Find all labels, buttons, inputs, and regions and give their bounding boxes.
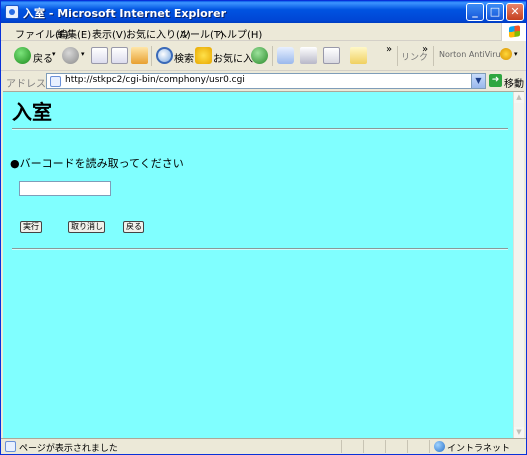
back-button-label[interactable]: 戻る bbox=[33, 50, 53, 65]
history-icon[interactable] bbox=[251, 47, 268, 64]
back-button[interactable]: 戻る bbox=[123, 221, 144, 233]
browser-window: 入室 - Microsoft Internet Explorer _ □ ✕ フ… bbox=[0, 0, 527, 455]
toolbar-separator bbox=[433, 46, 434, 66]
edit-icon[interactable] bbox=[323, 47, 340, 64]
page-title: 入室 bbox=[12, 100, 52, 124]
vertical-scrollbar[interactable]: ▲ ▼ bbox=[513, 92, 524, 438]
messenger-icon[interactable] bbox=[350, 47, 367, 64]
intranet-zone-icon bbox=[434, 441, 445, 452]
home-icon[interactable] bbox=[131, 47, 148, 64]
toolbar-separator bbox=[397, 46, 398, 66]
barcode-prompt: ●バーコードを読み取ってください bbox=[10, 157, 184, 170]
windows-logo-icon bbox=[501, 23, 526, 41]
page-icon bbox=[50, 76, 61, 87]
menu-help[interactable]: ヘルプ(H) bbox=[217, 26, 262, 41]
norton-icon[interactable] bbox=[500, 48, 512, 60]
window-title: 入室 - Microsoft Internet Explorer bbox=[23, 7, 226, 20]
status-text: ページが表示されました bbox=[19, 444, 118, 454]
mail-icon[interactable] bbox=[277, 47, 294, 64]
scroll-down-icon[interactable]: ▼ bbox=[514, 427, 524, 438]
status-separator bbox=[363, 440, 364, 453]
security-zone-label: イントラネット bbox=[447, 444, 511, 454]
norton-dropdown-icon[interactable]: ▾ bbox=[514, 50, 518, 58]
page-loaded-icon bbox=[5, 441, 16, 452]
status-separator bbox=[407, 440, 408, 453]
status-separator bbox=[429, 440, 430, 453]
norton-label[interactable]: Norton AntiVirus bbox=[439, 50, 505, 59]
close-button[interactable]: ✕ bbox=[506, 3, 524, 21]
favorites-icon[interactable] bbox=[195, 47, 212, 64]
maximize-button[interactable]: □ bbox=[486, 3, 504, 21]
go-button-label[interactable]: 移動 bbox=[504, 75, 524, 90]
status-separator bbox=[341, 440, 342, 453]
menu-view[interactable]: 表示(V) bbox=[92, 26, 127, 41]
back-icon[interactable] bbox=[14, 47, 31, 64]
divider-bottom bbox=[12, 248, 508, 250]
toolbar-separator bbox=[272, 46, 273, 66]
menu-edit[interactable]: 編集(E) bbox=[57, 26, 91, 41]
run-button[interactable]: 実行 bbox=[20, 221, 42, 233]
refresh-icon[interactable] bbox=[111, 47, 128, 64]
scroll-up-icon[interactable]: ▲ bbox=[514, 92, 524, 103]
divider-top bbox=[12, 128, 508, 130]
toolbar-more-icon[interactable]: » bbox=[386, 44, 392, 55]
toolbar-separator bbox=[151, 46, 152, 66]
status-bar: ページが表示されました イントラネット bbox=[1, 438, 526, 454]
address-field[interactable]: http://stkpc2/cgi-bin/comphony/usr0.cgi … bbox=[46, 73, 486, 89]
search-icon[interactable] bbox=[156, 47, 173, 64]
stop-icon[interactable] bbox=[91, 47, 108, 64]
address-url[interactable]: http://stkpc2/cgi-bin/comphony/usr0.cgi bbox=[65, 75, 245, 85]
menu-bar: ファイル(F) 編集(E) 表示(V) お気に入り(A) ツール(T) ヘルプ(… bbox=[1, 23, 526, 41]
status-separator bbox=[385, 440, 386, 453]
minimize-button[interactable]: _ bbox=[466, 3, 484, 21]
ie-logo-icon bbox=[5, 5, 19, 19]
links-more-icon[interactable]: » bbox=[422, 44, 428, 55]
toolbar: 戻る ▾ ▾ 検索 お気に入り » リンク » Norton AntiVirus… bbox=[1, 41, 526, 71]
forward-icon[interactable] bbox=[62, 47, 79, 64]
title-bar[interactable]: 入室 - Microsoft Internet Explorer _ □ ✕ bbox=[1, 1, 526, 23]
barcode-input[interactable] bbox=[19, 181, 111, 196]
search-button-label[interactable]: 検索 bbox=[174, 50, 194, 65]
address-dropdown-icon[interactable]: ▼ bbox=[471, 74, 485, 88]
page-viewport: 入室 ●バーコードを読み取ってください 実行 取り消し 戻る ▲ ▼ bbox=[3, 91, 524, 438]
print-icon[interactable] bbox=[300, 47, 317, 64]
back-dropdown-icon[interactable]: ▾ bbox=[52, 50, 56, 58]
go-arrow-icon[interactable]: ➜ bbox=[489, 74, 502, 87]
cancel-button[interactable]: 取り消し bbox=[68, 221, 105, 233]
forward-dropdown-icon[interactable]: ▾ bbox=[81, 50, 85, 58]
address-bar: アドレス(D) http://stkpc2/cgi-bin/comphony/u… bbox=[1, 71, 526, 91]
